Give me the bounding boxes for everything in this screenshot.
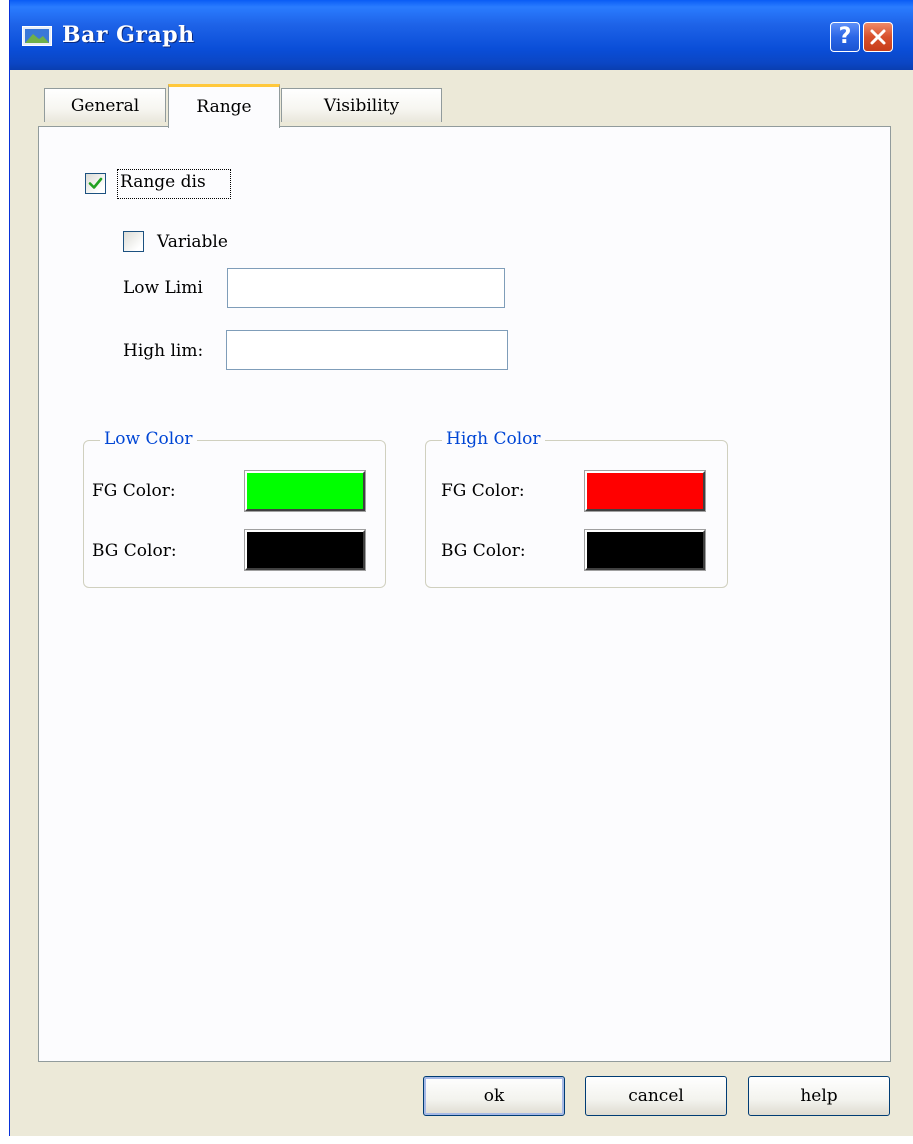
high-fg-color-label: FG Color:: [441, 481, 525, 501]
window-title: Bar Graph: [62, 22, 195, 48]
tab-general[interactable]: General: [44, 88, 166, 122]
help-button[interactable]: help: [748, 1076, 890, 1116]
high-fg-color-button[interactable]: [584, 470, 706, 512]
low-fg-color-label: FG Color:: [92, 481, 176, 501]
tab-visibility[interactable]: Visibility: [281, 88, 442, 122]
question-mark-icon: ?: [838, 24, 852, 49]
low-limit-label: Low Limi: [123, 278, 203, 298]
low-color-group-title: Low Color: [100, 429, 197, 449]
checkmark-icon: [88, 177, 103, 189]
high-color-group: High Color FG Color: BG Color:: [425, 429, 728, 588]
high-limit-input[interactable]: [226, 330, 508, 370]
close-icon: [870, 29, 886, 45]
close-title-button[interactable]: [863, 22, 893, 52]
help-title-button[interactable]: ?: [830, 22, 860, 52]
cancel-button[interactable]: cancel: [585, 1076, 727, 1116]
bar-graph-dialog: Bar Graph ? General Range Visibility Ran…: [9, 0, 913, 1136]
low-bg-color-label: BG Color:: [92, 541, 177, 561]
variable-label: Variable: [157, 232, 228, 252]
high-limit-label: High lim:: [123, 341, 204, 361]
tab-range[interactable]: Range: [168, 84, 280, 128]
ok-button[interactable]: ok: [423, 1076, 565, 1116]
low-fg-color-button[interactable]: [244, 470, 366, 512]
range-display-checkbox[interactable]: [85, 173, 106, 194]
low-bg-color-button[interactable]: [244, 529, 366, 571]
variable-checkbox[interactable]: [123, 231, 144, 252]
high-bg-color-button[interactable]: [584, 529, 706, 571]
low-limit-input[interactable]: [227, 268, 505, 308]
high-color-group-title: High Color: [442, 429, 545, 449]
high-bg-color-label: BG Color:: [441, 541, 526, 561]
low-color-group: Low Color FG Color: BG Color:: [83, 429, 386, 588]
range-tab-panel: Range dis Variable Low Limi High lim: Lo…: [38, 126, 891, 1062]
title-bar[interactable]: Bar Graph ?: [10, 0, 913, 70]
range-display-label: Range dis: [120, 172, 206, 192]
window-app-icon: [22, 26, 52, 46]
